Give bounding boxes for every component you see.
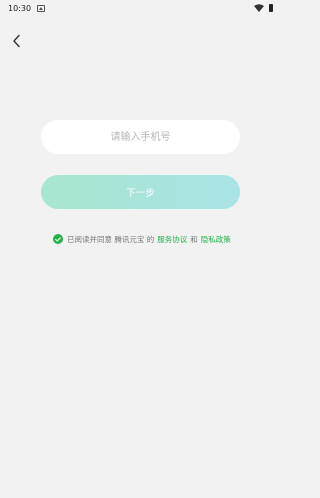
phone-input[interactable]: [41, 119, 240, 155]
status-time: 10:30: [8, 3, 32, 13]
back-arrow-icon: [13, 34, 20, 48]
image-icon: [37, 4, 46, 12]
next-button[interactable]: 下一步: [41, 175, 240, 209]
status-right: [254, 4, 273, 12]
check-circle-icon[interactable]: [53, 234, 63, 244]
agreement-and: 和: [190, 234, 198, 244]
back-button[interactable]: [8, 32, 26, 50]
agreement-row: 已阅读并同意 腾讯元宝 的 服务协议 和 隐私政策: [53, 233, 234, 245]
status-left: 10:30: [8, 3, 46, 13]
status-bar: 10:30: [0, 0, 281, 16]
service-agreement-link[interactable]: 服务协议: [157, 234, 187, 245]
phone-input-wrapper[interactable]: [41, 119, 240, 155]
wifi-icon: [254, 4, 264, 12]
agreement-prefix: 已阅读并同意 腾讯元宝 的: [67, 234, 155, 244]
next-button-label: 下一步: [126, 188, 155, 199]
battery-icon: [269, 4, 273, 12]
privacy-policy-link[interactable]: 隐私政策: [201, 234, 231, 245]
